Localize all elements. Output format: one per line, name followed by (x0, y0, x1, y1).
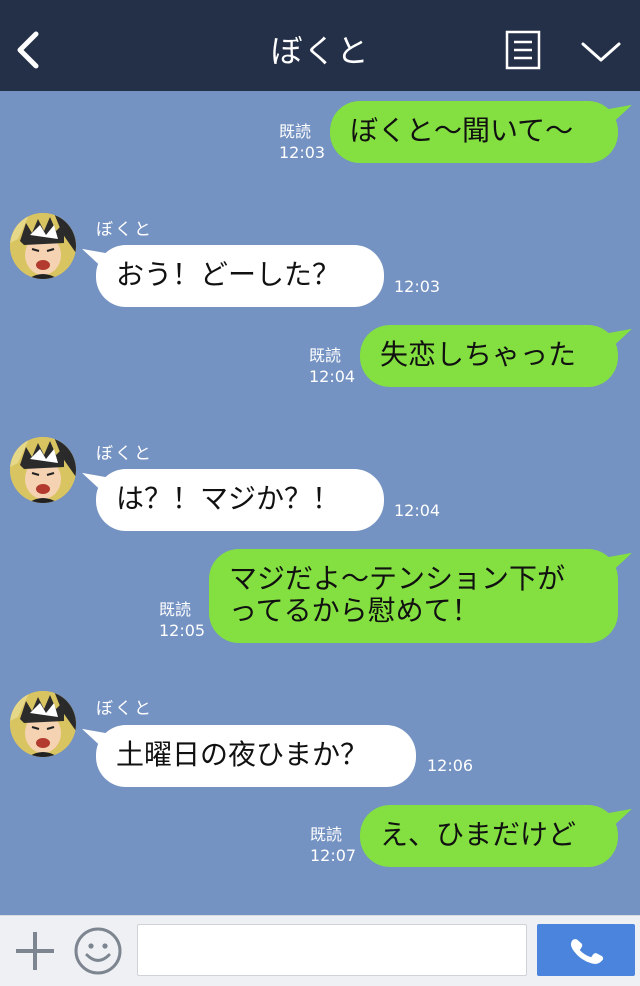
message-line: ってるから慰めて！ (229, 594, 480, 627)
message-bubble-outgoing[interactable]: マジだよ〜テンション下が ってるから慰めて！ (209, 549, 618, 643)
message-input[interactable] (137, 924, 527, 976)
read-label: 既読 (159, 600, 192, 619)
message-bubble-incoming[interactable]: は？！マジか？！ (96, 469, 384, 531)
message-time: 12:04 (394, 501, 441, 520)
read-status: 既読 12:05 (159, 599, 205, 641)
avatar-image (10, 691, 76, 757)
avatar[interactable] (10, 437, 76, 503)
sender-name: ぼくと (96, 699, 153, 719)
collapse-button[interactable] (580, 38, 622, 66)
emoji-button[interactable] (73, 926, 123, 976)
chevron-down-icon (581, 42, 621, 62)
read-label: 既読 (309, 346, 342, 365)
read-label: 既読 (279, 122, 312, 141)
message-bubble-outgoing[interactable]: ぼくと〜聞いて〜 (330, 101, 618, 163)
avatar-image (10, 213, 76, 279)
message-time: 12:03 (394, 277, 441, 296)
phone-icon (570, 939, 604, 964)
menu-icon (505, 30, 541, 70)
message-time: 12:07 (310, 846, 357, 865)
message-bubble-outgoing[interactable]: 失恋しちゃった (360, 325, 618, 387)
smiley-icon (74, 927, 122, 975)
read-status: 既読 12:03 (279, 121, 325, 163)
message-bubble-incoming[interactable]: 土曜日の夜ひまか？ (96, 725, 416, 787)
avatar[interactable] (10, 213, 76, 279)
message-time: 12:05 (159, 621, 206, 640)
message-line: マジだよ〜テンション下が (229, 562, 566, 595)
read-status: 既読 12:04 (309, 345, 355, 387)
message-time: 12:04 (309, 367, 356, 386)
sender-name: ぼくと (96, 444, 153, 464)
chat-title: ぼくと (270, 32, 370, 70)
sender-name: ぼくと (96, 220, 153, 240)
avatar-image (10, 437, 76, 503)
message-bubble-outgoing[interactable]: え、ひまだけど (360, 805, 618, 867)
read-label: 既読 (310, 825, 343, 844)
message-time: 12:06 (427, 756, 474, 775)
chat-header: ぼくと (0, 0, 640, 91)
call-button[interactable] (537, 924, 635, 976)
chat-messages[interactable]: 既読 12:03 ぼくと〜聞いて〜 ぼくと おう！どーした？ 12:03 既読 … (0, 91, 640, 915)
message-composer (0, 915, 640, 986)
plus-icon (16, 932, 54, 970)
add-button[interactable] (14, 930, 56, 972)
message-time: 12:03 (279, 143, 326, 162)
avatar[interactable] (10, 691, 76, 757)
message-bubble-incoming[interactable]: おう！どーした？ (96, 245, 384, 307)
menu-button[interactable] (505, 30, 541, 70)
read-status: 既読 12:07 (310, 824, 356, 866)
